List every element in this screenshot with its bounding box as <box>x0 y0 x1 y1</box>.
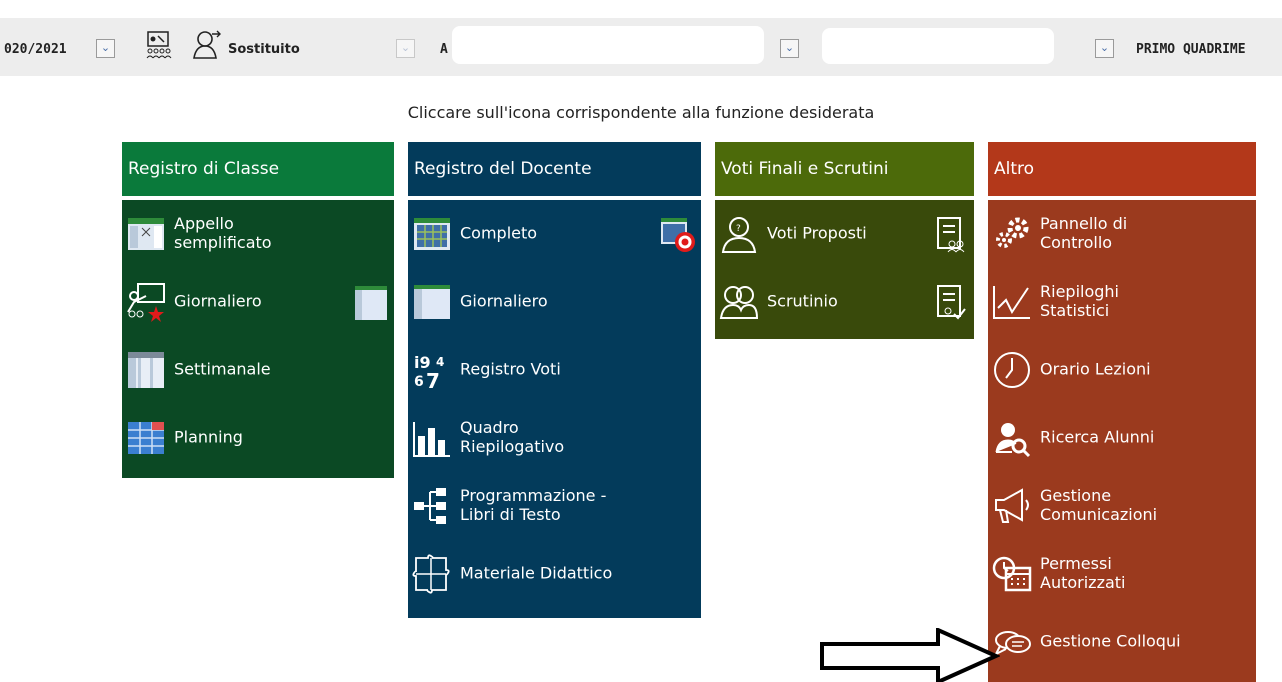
class-group-icon[interactable] <box>144 30 174 60</box>
calendar-clock-icon <box>992 554 1032 594</box>
grades-numbers-icon: i9 4 6 7 <box>412 350 452 390</box>
gears-icon <box>992 214 1032 254</box>
weekly-grid-icon <box>126 350 166 390</box>
permessi-autorizzati-item[interactable]: Permessi Autorizzati <box>988 542 1256 604</box>
item-label: Voti Proposti <box>767 223 867 243</box>
item-label: Appello semplificato <box>174 214 272 252</box>
voti-finali-panel: Voti Finali e Scrutini ? Voti Proposti S… <box>715 142 974 339</box>
person-icon: ? <box>719 214 759 254</box>
planning-grid-icon <box>126 418 166 458</box>
item-label: Planning <box>174 427 243 447</box>
bar-chart-icon <box>412 418 452 458</box>
planning-item[interactable]: Planning <box>122 406 394 468</box>
roster-icon <box>126 214 166 254</box>
svg-text:7: 7 <box>426 369 440 390</box>
gestione-colloqui-item[interactable]: Gestione Colloqui <box>988 610 1256 672</box>
megaphone-icon <box>992 486 1032 526</box>
voti-proposti-item[interactable]: ? Voti Proposti <box>715 202 974 264</box>
puzzle-icon <box>412 554 452 594</box>
line-chart-icon <box>992 282 1032 322</box>
people-icon <box>719 282 759 322</box>
item-label: Giornaliero <box>174 291 262 311</box>
tree-structure-icon <box>412 486 452 526</box>
annotation-arrow <box>820 628 1000 682</box>
teacher-board-icon <box>126 282 166 322</box>
materiale-didattico-item[interactable]: Materiale Didattico <box>408 542 701 604</box>
top-toolbar: 020/2021 ⌄ Sostituito ⌄ A ⌄ ⌄ PRIMO QUAD… <box>0 0 1282 78</box>
giornaliero-docente-item[interactable]: Giornaliero <box>408 270 701 332</box>
daily-sheet-icon <box>412 282 452 322</box>
substitute-user-icon[interactable] <box>192 28 222 60</box>
item-label: Settimanale <box>174 359 271 379</box>
quadro-riepilogativo-item[interactable]: Quadro Riepilogativo <box>408 406 701 468</box>
item-label: Ricerca Alunni <box>1040 427 1155 447</box>
period-label: PRIMO QUADRIME <box>1136 42 1246 57</box>
gestione-comunicazioni-item[interactable]: Gestione Comunicazioni <box>988 474 1256 536</box>
instruction-text: Cliccare sull'icona corrispondente alla … <box>407 103 875 122</box>
registro-classe-panel: Registro di Classe Appello semplificato … <box>122 142 394 478</box>
programmazione-item[interactable]: Programmazione - Libri di Testo <box>408 474 701 536</box>
registro-voti-item[interactable]: i9 4 6 7 Registro Voti <box>408 338 701 400</box>
scrutinio-item[interactable]: Scrutinio <box>715 270 974 332</box>
giornaliero-classe-item[interactable]: Giornaliero <box>122 270 394 332</box>
redaction-2 <box>822 28 1054 64</box>
redaction-1 <box>452 26 764 64</box>
item-label: Riepiloghi Statistici <box>1040 282 1119 320</box>
search-user-icon <box>992 418 1032 458</box>
registro-docente-title: Registro del Docente <box>414 159 592 179</box>
item-label: Quadro Riepilogativo <box>460 418 565 456</box>
year-dropdown-button[interactable]: ⌄ <box>96 39 115 58</box>
registro-classe-title: Registro di Classe <box>128 159 280 179</box>
clock-icon <box>992 350 1032 390</box>
class-dropdown-button[interactable]: ⌄ <box>780 39 799 58</box>
disabled-dropdown-button: ⌄ <box>396 39 415 58</box>
riepiloghi-statistici-item[interactable]: Riepiloghi Statistici <box>988 270 1256 332</box>
daily-sheet-icon[interactable] <box>354 284 388 322</box>
settimanale-item[interactable]: Settimanale <box>122 338 394 400</box>
altro-body: Pannello di Controllo Riepiloghi Statist… <box>988 200 1256 682</box>
substitute-label: Sostituito <box>228 42 300 57</box>
orario-lezioni-item[interactable]: Orario Lezioni <box>988 338 1256 400</box>
registro-docente-body: Completo Giornaliero i9 4 6 7 Registro Voti… <box>408 200 701 618</box>
registro-classe-header: Registro di Classe <box>122 142 394 196</box>
registro-docente-header: Registro del Docente <box>408 142 701 196</box>
item-label: Giornaliero <box>460 291 548 311</box>
item-label: Gestione Colloqui <box>1040 631 1181 651</box>
class-selector-text: A <box>440 42 448 57</box>
item-label: Materiale Didattico <box>460 563 613 583</box>
registro-classe-body: Appello semplificato Giornaliero Settima… <box>122 200 394 478</box>
pannello-controllo-item[interactable]: Pannello di Controllo <box>988 202 1256 264</box>
target-calendar-icon[interactable] <box>661 216 695 254</box>
svg-text:4: 4 <box>436 355 444 369</box>
item-label: Scrutinio <box>767 291 838 311</box>
ricerca-alunni-item[interactable]: Ricerca Alunni <box>988 406 1256 468</box>
voti-finali-header: Voti Finali e Scrutini <box>715 142 974 196</box>
altro-panel: Altro Pannello di Controllo Riepiloghi S… <box>988 142 1256 682</box>
school-year: 020/2021 <box>4 42 67 57</box>
item-label: Completo <box>460 223 538 243</box>
document-check-icon[interactable] <box>934 284 968 322</box>
voti-finali-body: ? Voti Proposti Scrutinio <box>715 200 974 339</box>
item-label: Registro Voti <box>460 359 561 379</box>
altro-title: Altro <box>994 159 1035 179</box>
document-users-icon[interactable] <box>934 216 968 254</box>
item-label: Pannello di Controllo <box>1040 214 1128 252</box>
calendar-grid-icon <box>412 214 452 254</box>
registro-docente-panel: Registro del Docente Completo Giornalier… <box>408 142 701 618</box>
item-label: Gestione Comunicazioni <box>1040 486 1158 524</box>
item-label: Programmazione - Libri di Testo <box>460 486 607 524</box>
period-dropdown-button[interactable]: ⌄ <box>1095 39 1114 58</box>
voti-finali-title: Voti Finali e Scrutini <box>721 159 889 179</box>
svg-text:?: ? <box>736 224 741 234</box>
item-label: Permessi Autorizzati <box>1040 554 1126 592</box>
appello-semplificato-item[interactable]: Appello semplificato <box>122 202 394 264</box>
svg-text:6: 6 <box>414 374 424 390</box>
completo-item[interactable]: Completo <box>408 202 701 264</box>
altro-header: Altro <box>988 142 1256 196</box>
item-label: Orario Lezioni <box>1040 359 1151 379</box>
